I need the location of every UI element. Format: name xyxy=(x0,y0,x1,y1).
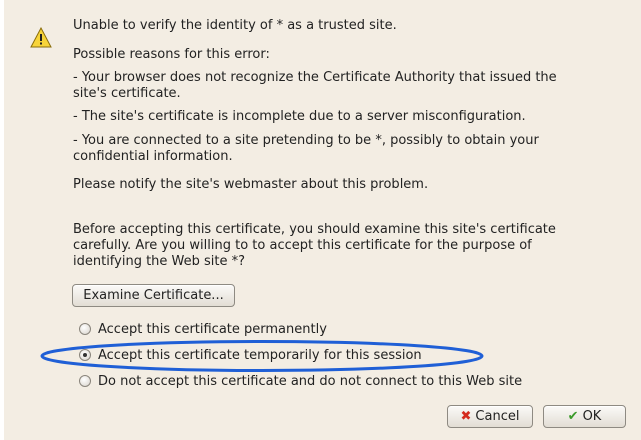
warning-icon xyxy=(30,27,52,48)
radio-label-reject: Do not accept this certificate and do no… xyxy=(98,373,523,389)
radio-button-selected[interactable] xyxy=(79,349,91,361)
radio-button[interactable] xyxy=(79,375,91,387)
cancel-label: Cancel xyxy=(475,409,520,424)
notify-text: Please notify the site's webmaster about… xyxy=(73,177,429,192)
red-x-icon: ✖ xyxy=(460,409,472,424)
radio-label-temporarily: Accept this certificate temporarily for … xyxy=(98,347,422,363)
radio-label-permanently: Accept this certificate permanently xyxy=(98,321,327,337)
ok-button[interactable]: ✔ OK xyxy=(543,405,626,428)
radio-accept-permanently[interactable]: Accept this certificate permanently xyxy=(79,320,327,338)
cancel-button[interactable]: ✖ Cancel xyxy=(447,405,533,428)
radio-reject[interactable]: Do not accept this certificate and do no… xyxy=(79,372,522,390)
before-accepting-line-3: identifying the Web site *? xyxy=(73,254,246,269)
green-check-icon: ✔ xyxy=(567,409,579,424)
reason-3-line-2: confidential information. xyxy=(73,149,233,164)
ok-label: OK xyxy=(582,409,602,424)
before-accepting-line-2: carefully. Are you willing to to accept … xyxy=(73,238,532,253)
before-accepting-line-1: Before accepting this certificate, you s… xyxy=(73,222,556,237)
dialog-heading: Unable to verify the identity of * as a … xyxy=(73,18,397,33)
reasons-intro: Possible reasons for this error: xyxy=(73,47,270,62)
reason-2: - The site's certificate is incomplete d… xyxy=(73,109,526,124)
certificate-dialog: Unable to verify the identity of * as a … xyxy=(4,0,641,440)
examine-certificate-label: Examine Certificate... xyxy=(83,288,224,303)
radio-accept-temporarily[interactable]: Accept this certificate temporarily for … xyxy=(79,346,422,364)
reason-3-line-1: - You are connected to a site pretending… xyxy=(73,133,539,148)
radio-button[interactable] xyxy=(79,323,91,335)
reason-1-line-1: - Your browser does not recognize the Ce… xyxy=(73,70,557,85)
reason-1-line-2: site's certificate. xyxy=(73,86,181,101)
examine-certificate-button[interactable]: Examine Certificate... xyxy=(72,284,235,307)
